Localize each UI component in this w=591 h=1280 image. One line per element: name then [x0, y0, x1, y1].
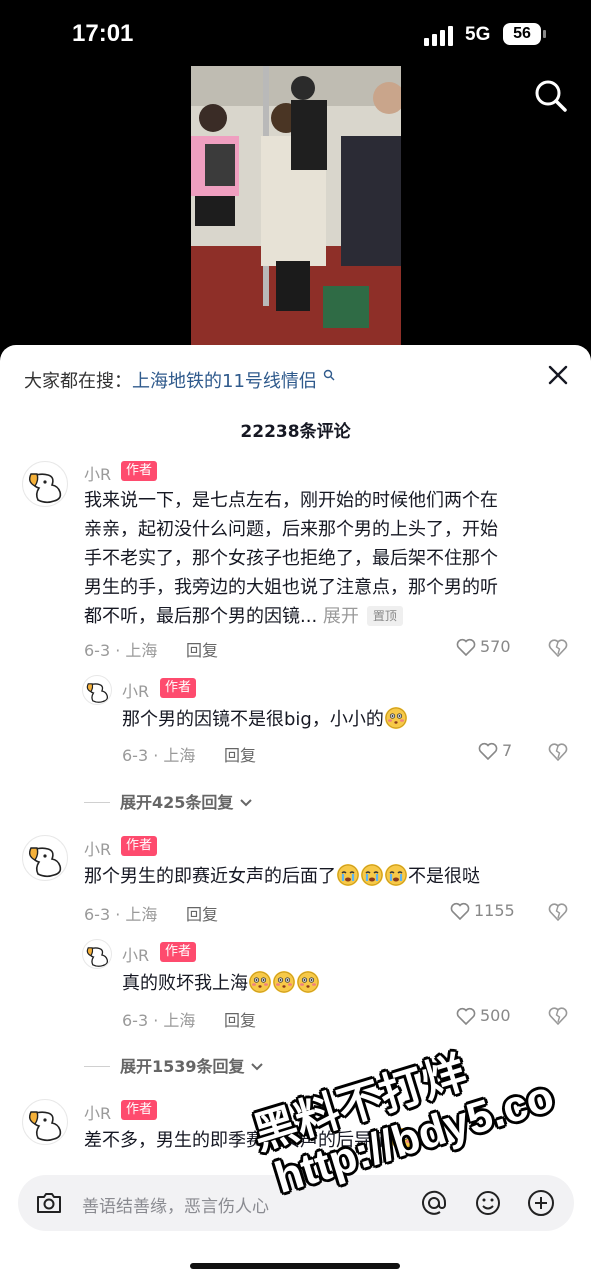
home-indicator: [190, 1263, 400, 1269]
comment-count: 22238条评论: [240, 422, 351, 442]
comment-username[interactable]: 小R: [84, 461, 111, 485]
like-count: 7: [502, 741, 513, 760]
like-button[interactable]: 1155: [450, 900, 515, 922]
network-type: 5G: [465, 24, 491, 45]
comment-line: 我来说一下，是七点左右，刚开始的时候他们两个在: [84, 490, 498, 511]
avatar[interactable]: [22, 461, 68, 507]
suggested-search-label: 大家都在搜：: [24, 371, 132, 392]
reply-button[interactable]: 回复: [224, 1007, 256, 1031]
comments-sheet: 大家都在搜：上海地铁的11号线情侣 22238条评论 小R 作者 我来说一下，是…: [0, 345, 591, 1280]
reply-button[interactable]: 回复: [186, 637, 218, 661]
comment-date-location: 6-3 · 上海: [84, 641, 158, 660]
reply-text-content: 真的败坏我上海: [122, 973, 248, 994]
expand-replies-label: 展开1539条回复: [120, 1057, 245, 1076]
expand-replies-button[interactable]: 展开1539条回复: [84, 1053, 264, 1077]
reply-text: 那个男的因镜不是很big，小小的: [122, 705, 408, 734]
battery-icon: 56: [503, 23, 541, 45]
expand-text-link[interactable]: 展开: [323, 606, 359, 627]
author-badge: 作者: [160, 678, 197, 698]
expand-replies-button[interactable]: 展开425条回复: [84, 789, 253, 813]
flushed-emoji-icon: [384, 707, 407, 729]
reply-date-location: 6-3 · 上海: [122, 746, 196, 765]
reply-username[interactable]: 小R: [122, 942, 149, 966]
dislike-icon[interactable]: [548, 742, 568, 762]
author-badge: 作者: [121, 1100, 158, 1120]
divider-line: [84, 1066, 110, 1067]
comment-text: 那个男生的即赛近女声的后面了 不是很哒: [84, 862, 480, 891]
camera-icon[interactable]: [34, 1189, 64, 1217]
dog-avatar-icon: [28, 847, 62, 878]
dog-avatar-icon: [28, 1111, 62, 1142]
avatar[interactable]: [82, 939, 112, 969]
like-button[interactable]: 570: [456, 636, 511, 658]
comment-username[interactable]: 小R: [84, 836, 111, 860]
heart-icon: [456, 638, 476, 657]
video-preview[interactable]: [191, 66, 401, 348]
comment-username[interactable]: 小R: [84, 1100, 111, 1124]
heart-icon: [478, 742, 498, 761]
crying-emoji-icon: [361, 864, 383, 886]
comment-date-location: 6-3 · 上海: [84, 905, 158, 924]
comment-line: 男生的手，我旁边的大姐也说了注意点，那个男的听: [84, 577, 498, 598]
heart-icon: [456, 1007, 476, 1026]
status-time: 17:01: [72, 20, 134, 47]
dislike-icon[interactable]: [548, 638, 568, 658]
like-count: 1155: [474, 901, 515, 920]
crying-emoji-icon: [337, 864, 359, 886]
avatar[interactable]: [22, 835, 68, 881]
heart-icon: [450, 902, 470, 921]
dog-avatar-icon: [28, 473, 62, 504]
reply-button[interactable]: 回复: [224, 742, 256, 766]
close-icon[interactable]: [544, 361, 572, 389]
divider-line: [84, 802, 110, 803]
battery-cap: [543, 30, 546, 38]
reply-text: 真的败坏我上海: [122, 969, 320, 998]
chevron-down-icon: [251, 1063, 263, 1071]
comment-text: 我来说一下，是七点左右，刚开始的时候他们两个在 亲亲，起初没什么问题，后来那个男…: [84, 486, 498, 631]
search-icon[interactable]: [533, 78, 569, 114]
subway-scene-image: [191, 66, 401, 348]
author-badge: 作者: [160, 942, 197, 962]
emoji-icon[interactable]: [474, 1189, 502, 1217]
comment-line-text: 都不听，最后那个男的因镜...: [84, 606, 318, 627]
add-icon[interactable]: [526, 1188, 556, 1218]
comment-line: 亲亲，起初没什么问题，后来那个男的上头了，开始: [84, 519, 498, 540]
expand-replies-label: 展开425条回复: [120, 793, 234, 812]
crying-emoji-icon: [385, 864, 407, 886]
comment-text-part: 那个男生的即赛近女声的后面了: [84, 866, 336, 887]
dog-avatar-icon: [86, 683, 109, 703]
mention-icon[interactable]: [420, 1189, 448, 1217]
signal-icon: [424, 26, 456, 46]
comment-input-placeholder[interactable]: 善语结善缘，恶言伤人心: [82, 1192, 269, 1217]
flushed-emoji-icon: [297, 971, 319, 993]
comment-text-part: 不是很哒: [408, 866, 480, 887]
avatar[interactable]: [82, 675, 112, 705]
author-badge: 作者: [121, 836, 158, 856]
reply-username[interactable]: 小R: [122, 678, 149, 702]
search-small-icon: [323, 369, 335, 381]
reply-button[interactable]: 回复: [186, 901, 218, 925]
dog-avatar-icon: [86, 947, 109, 967]
like-count: 570: [480, 637, 511, 656]
reply-text-content: 那个男的因镜不是很big，小小的: [122, 709, 384, 730]
like-button[interactable]: 7: [478, 740, 512, 762]
flushed-emoji-icon: [249, 971, 271, 993]
comment-line: 手不老实了，那个女孩子也拒绝了，最后架不住那个: [84, 548, 498, 569]
suggested-search[interactable]: 大家都在搜：上海地铁的11号线情侣: [24, 367, 335, 393]
suggested-search-term[interactable]: 上海地铁的11号线情侣: [132, 371, 317, 392]
dislike-icon[interactable]: [548, 902, 568, 922]
pinned-badge: 置顶: [366, 606, 403, 626]
flushed-emoji-icon: [273, 971, 295, 993]
comment-line: 都不听，最后那个男的因镜... 展开 置顶: [84, 602, 498, 631]
author-badge: 作者: [121, 461, 158, 481]
status-bar: 17:01 5G 56: [0, 0, 591, 64]
chevron-down-icon: [240, 799, 252, 807]
dislike-icon[interactable]: [548, 1006, 568, 1026]
reply-date-location: 6-3 · 上海: [122, 1011, 196, 1030]
avatar[interactable]: [22, 1099, 68, 1145]
